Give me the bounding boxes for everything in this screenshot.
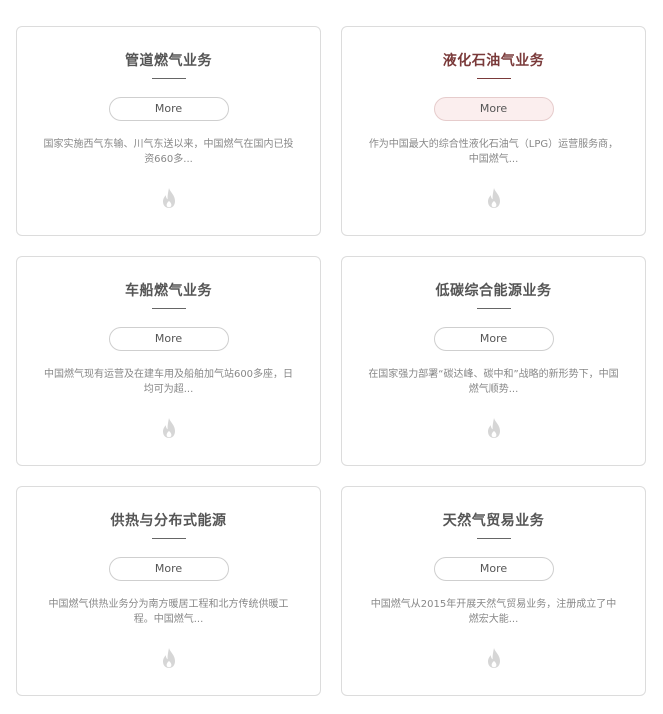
card-lpg[interactable]: 液化石油气业务 More 作为中国最大的综合性液化石油气（LPG）运营服务商，中… <box>341 26 646 236</box>
card-description: 中国燃气从2015年开展天然气贸易业务，注册成立了中燃宏大能... <box>370 599 617 625</box>
card-title: 天然气贸易业务 <box>442 513 545 529</box>
card-pipeline-gas[interactable]: 管道燃气业务 More 国家实施西气东输、川气东送以来，中国燃气在国内已投资66… <box>16 26 321 236</box>
title-divider <box>151 308 186 309</box>
flame-icon <box>162 648 175 668</box>
business-card-grid: 管道燃气业务 More 国家实施西气东输、川气东送以来，中国燃气在国内已投资66… <box>0 0 663 714</box>
title-divider <box>476 538 511 539</box>
card-title: 车船燃气业务 <box>125 283 212 299</box>
card-description: 中国燃气供热业务分为南方暖居工程和北方传统供暖工程。中国燃气... <box>48 599 289 625</box>
card-description: 作为中国最大的综合性液化石油气（LPG）运营服务商，中国燃气... <box>368 139 619 165</box>
more-button[interactable]: More <box>433 97 554 121</box>
card-title: 管道燃气业务 <box>125 53 212 69</box>
more-button[interactable]: More <box>108 327 229 351</box>
card-low-carbon-energy[interactable]: 低碳综合能源业务 More 在国家强力部署“碳达峰、碳中和”战略的新形势下，中国… <box>341 256 646 466</box>
more-button[interactable]: More <box>433 327 554 351</box>
card-heating-distributed-energy[interactable]: 供热与分布式能源 More 中国燃气供热业务分为南方暖居工程和北方传统供暖工程。… <box>16 486 321 696</box>
flame-icon <box>487 418 500 438</box>
title-divider <box>151 538 186 539</box>
more-button[interactable]: More <box>108 557 229 581</box>
flame-icon <box>162 188 175 208</box>
title-divider <box>151 78 186 79</box>
card-natural-gas-trade[interactable]: 天然气贸易业务 More 中国燃气从2015年开展天然气贸易业务，注册成立了中燃… <box>341 486 646 696</box>
title-divider <box>476 308 511 309</box>
card-description: 在国家强力部署“碳达峰、碳中和”战略的新形势下，中国燃气顺势... <box>368 369 619 395</box>
flame-icon <box>487 648 500 668</box>
more-button[interactable]: More <box>433 557 554 581</box>
card-title: 低碳综合能源业务 <box>435 283 552 299</box>
card-title: 液化石油气业务 <box>442 53 545 69</box>
flame-icon <box>487 188 500 208</box>
title-divider <box>476 78 511 79</box>
flame-icon <box>162 418 175 438</box>
card-description: 中国燃气现有运营及在建车用及船舶加气站600多座，日均可为超... <box>43 369 294 395</box>
card-title: 供热与分布式能源 <box>110 513 227 529</box>
card-description: 国家实施西气东输、川气东送以来，中国燃气在国内已投资660多... <box>43 139 294 165</box>
more-button[interactable]: More <box>108 97 229 121</box>
card-vehicle-vessel-gas[interactable]: 车船燃气业务 More 中国燃气现有运营及在建车用及船舶加气站600多座，日均可… <box>16 256 321 466</box>
